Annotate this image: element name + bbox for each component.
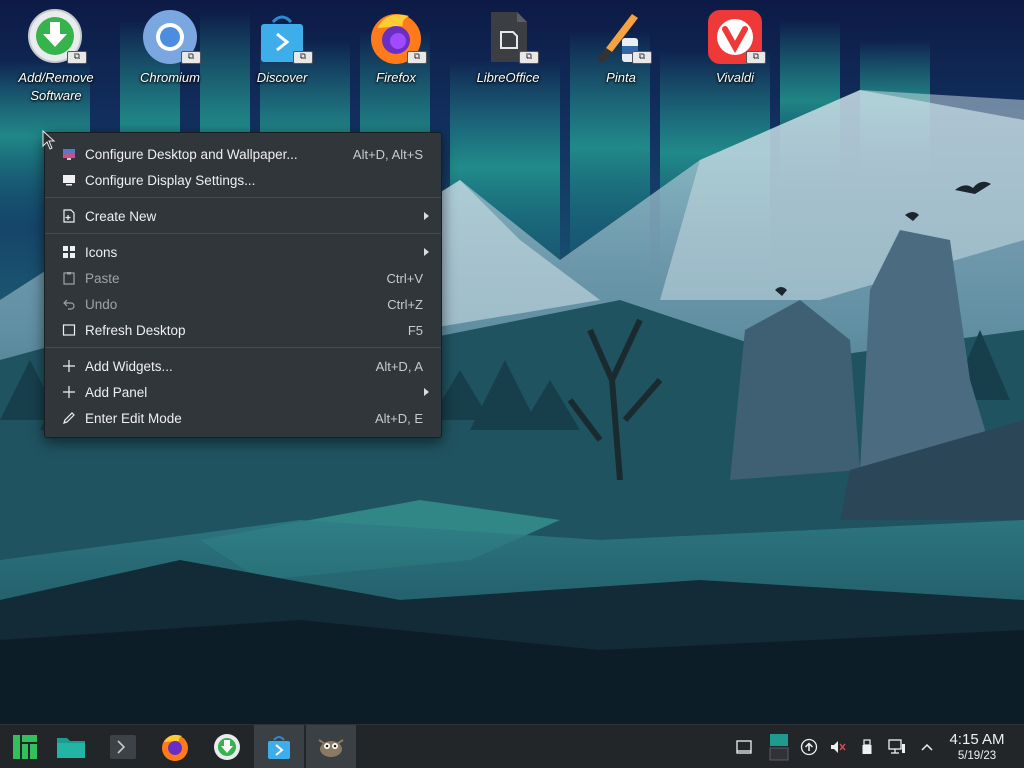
- submenu-arrow-icon: [424, 212, 429, 220]
- desktop-icon-add-remove-software[interactable]: ⧉ Add/Remove Software: [4, 8, 108, 105]
- taskbar-firefox[interactable]: [150, 725, 200, 768]
- show-desktop-button[interactable]: [734, 737, 754, 757]
- taskbar-gimp[interactable]: [306, 725, 356, 768]
- menu-item-undo[interactable]: Undo Ctrl+Z: [45, 291, 441, 317]
- menu-item-icons[interactable]: Icons: [45, 239, 441, 265]
- submenu-arrow-icon: [424, 248, 429, 256]
- pinta-icon: ⧉: [592, 8, 652, 66]
- desktop-context-menu: Configure Desktop and Wallpaper... Alt+D…: [44, 132, 442, 438]
- libreoffice-icon: ⧉: [479, 8, 539, 66]
- desktop-icon-label: Firefox: [376, 70, 416, 85]
- undo-icon: [62, 297, 76, 311]
- network-indicator[interactable]: [887, 737, 907, 757]
- taskbar-add-remove-software[interactable]: [202, 725, 252, 768]
- menu-item-configure-display[interactable]: Configure Display Settings...: [45, 167, 441, 193]
- desktop-icon-label: Add/Remove Software: [18, 70, 94, 103]
- link-badge-icon: ⧉: [632, 51, 652, 64]
- menu-item-enter-edit-mode[interactable]: Enter Edit Mode Alt+D, E: [45, 405, 441, 431]
- updates-icon: [800, 738, 818, 756]
- grid-icon: [62, 245, 76, 259]
- menu-item-add-widgets[interactable]: Add Widgets... Alt+D, A: [45, 353, 441, 379]
- plus-icon: [62, 359, 76, 373]
- refresh-icon: [62, 323, 76, 337]
- add-remove-software-icon: ⧉: [27, 8, 87, 66]
- discover-icon: ⧉: [253, 8, 313, 66]
- menu-separator: [45, 197, 441, 198]
- desktop-icon-label: Vivaldi: [715, 70, 755, 85]
- desktop-icon-vivaldi[interactable]: ⧉ Vivaldi: [683, 8, 787, 87]
- taskbar-terminal[interactable]: [98, 725, 148, 768]
- menu-separator: [45, 233, 441, 234]
- firefox-icon: [162, 734, 188, 761]
- add-remove-software-icon: [214, 734, 240, 760]
- virtual-desktop-pager[interactable]: [768, 733, 790, 761]
- terminal-icon: [110, 735, 136, 759]
- firefox-icon: ⧉: [367, 8, 427, 66]
- desktop-wallpaper-icon: [62, 147, 76, 161]
- display-icon: [62, 173, 76, 187]
- clock-date: 5/19/23: [957, 750, 997, 762]
- desktop-icon-firefox[interactable]: ⧉ Firefox: [344, 8, 448, 87]
- menu-item-paste[interactable]: Paste Ctrl+V: [45, 265, 441, 291]
- volume-muted-icon: [831, 741, 846, 753]
- gimp-icon: [318, 739, 344, 757]
- tray-expand-icon: [921, 743, 933, 751]
- link-badge-icon: ⧉: [519, 51, 539, 64]
- desktop-icon-label: Pinta: [606, 70, 636, 85]
- volume-control[interactable]: [828, 737, 848, 757]
- tray-expand-button[interactable]: [917, 737, 937, 757]
- menu-item-add-panel[interactable]: Add Panel: [45, 379, 441, 405]
- link-badge-icon: ⧉: [181, 51, 201, 64]
- vivaldi-icon: ⧉: [706, 8, 766, 66]
- show-desktop-icon: [736, 740, 752, 754]
- menu-item-configure-desktop[interactable]: Configure Desktop and Wallpaper... Alt+D…: [45, 141, 441, 167]
- clipboard-icon: [62, 271, 76, 285]
- menu-item-create-new[interactable]: Create New: [45, 203, 441, 229]
- submenu-arrow-icon: [424, 388, 429, 396]
- link-badge-icon: ⧉: [407, 51, 427, 64]
- menu-separator: [45, 347, 441, 348]
- desktop-icon-discover[interactable]: ⧉ Discover: [230, 8, 334, 87]
- updates-indicator[interactable]: [799, 737, 819, 757]
- file-manager-icon: [57, 738, 85, 758]
- desktop-icon-pinta[interactable]: ⧉ Pinta: [569, 8, 673, 87]
- desktop-icon-chromium[interactable]: ⧉ Chromium: [118, 8, 222, 87]
- desktop-icon-label: Chromium: [140, 70, 200, 85]
- link-badge-icon: ⧉: [293, 51, 313, 64]
- pencil-icon: [62, 411, 76, 425]
- manjaro-logo-icon: [13, 735, 37, 759]
- clock-time: 4:15 AM: [949, 731, 1005, 748]
- desktop-icon-label: Discover: [256, 70, 308, 85]
- chromium-icon: ⧉: [141, 8, 201, 66]
- taskbar-discover[interactable]: [254, 725, 304, 768]
- link-badge-icon: ⧉: [67, 51, 87, 64]
- desktop-icon-label: LibreOffice: [476, 70, 540, 85]
- usb-device-notifier[interactable]: [857, 737, 877, 757]
- mouse-cursor-icon: [42, 130, 56, 150]
- pager-icon: [769, 734, 789, 761]
- document-new-icon: [62, 209, 76, 223]
- link-badge-icon: ⧉: [746, 51, 766, 64]
- plus-icon: [62, 385, 76, 399]
- desktop-icon-grid: ⧉ Add/RemoveSoftware ⧉ Chromium ⧉ Disco: [0, 0, 1024, 120]
- network-icon: [888, 739, 905, 754]
- application-launcher-button[interactable]: [0, 725, 50, 768]
- usb-device-icon: [862, 739, 872, 754]
- desktop-icon-libreoffice[interactable]: ⧉ LibreOffice: [456, 8, 560, 87]
- digital-clock[interactable]: 4:15 AM 5/19/23: [942, 731, 1012, 763]
- taskbar-file-manager[interactable]: [46, 725, 96, 768]
- menu-item-refresh-desktop[interactable]: Refresh Desktop F5: [45, 317, 441, 343]
- discover-icon: [268, 736, 290, 759]
- taskbar: 4:15 AM 5/19/23: [0, 724, 1024, 768]
